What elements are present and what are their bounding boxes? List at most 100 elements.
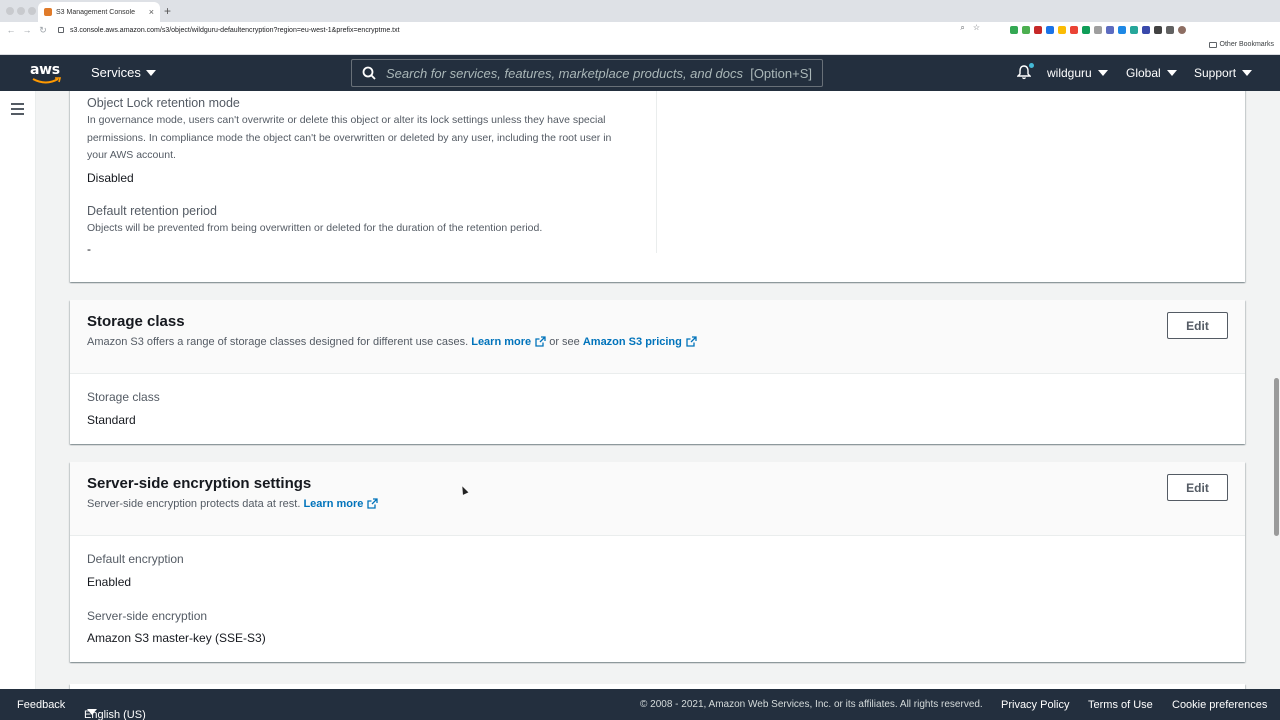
- account-label: wildguru: [1047, 66, 1092, 80]
- storage-class-description: Amazon S3 offers a range of storage clas…: [87, 336, 1228, 348]
- extension-icon[interactable]: [1058, 26, 1066, 34]
- other-bookmarks[interactable]: Other Bookmarks: [1208, 41, 1274, 48]
- extension-icons: [1010, 26, 1186, 34]
- caret-down-icon: [1097, 70, 1108, 76]
- forward-icon[interactable]: →: [22, 25, 32, 35]
- learn-more-link[interactable]: Learn more: [303, 498, 379, 510]
- storage-class-field-label: Storage class: [87, 390, 160, 404]
- copyright-text: © 2008 - 2021, Amazon Web Services, Inc.…: [640, 699, 983, 710]
- url-field[interactable]: s3.console.aws.amazon.com/s3/object/wild…: [58, 23, 988, 37]
- tab-close-icon[interactable]: ×: [149, 7, 154, 17]
- default-encryption-field: Default encryption Enabled: [87, 552, 184, 589]
- caret-down-icon: [1242, 70, 1253, 76]
- external-link-icon: [686, 336, 697, 347]
- sse-value: Amazon S3 master-key (SSE-S3): [87, 631, 266, 645]
- edit-encryption-button[interactable]: Edit: [1167, 474, 1228, 501]
- profile-avatar[interactable]: [1178, 26, 1186, 34]
- browser-tab-bar: S3 Management Console × +: [0, 0, 1280, 22]
- retention-period-section: Default retention period Objects will be…: [87, 204, 542, 256]
- search-icon: [362, 66, 376, 80]
- puzzle-icon[interactable]: [1166, 26, 1174, 34]
- help-line: permissions. In compliance mode the obje…: [87, 131, 612, 144]
- help-line: your AWS account.: [87, 149, 176, 161]
- storage-class-card: Storage class Amazon S3 offers a range o…: [70, 300, 1245, 444]
- extension-icon[interactable]: [1142, 26, 1150, 34]
- extension-icon[interactable]: [1070, 26, 1078, 34]
- region-label: Global: [1126, 66, 1161, 80]
- new-tab-icon[interactable]: +: [164, 4, 171, 18]
- extension-icon[interactable]: [1022, 26, 1030, 34]
- external-link-icon: [367, 498, 379, 509]
- console-footer: Feedback English (US) © 2008 - 2021, Ama…: [0, 689, 1280, 720]
- maximize-window-control[interactable]: [28, 7, 36, 15]
- object-lock-mode-value: Disabled: [87, 170, 134, 185]
- region-menu[interactable]: Global: [1126, 66, 1177, 80]
- edit-storage-class-button[interactable]: Edit: [1167, 312, 1228, 339]
- hamburger-menu-icon[interactable]: [11, 103, 24, 118]
- learn-more-label: Learn more: [303, 498, 364, 510]
- caret-down-icon: [87, 709, 97, 715]
- learn-more-link[interactable]: Learn more: [471, 336, 546, 348]
- lock-icon: [58, 27, 64, 33]
- zoom-icon[interactable]: ⌕: [960, 23, 964, 33]
- page-scrollbar[interactable]: [1274, 378, 1279, 536]
- support-menu[interactable]: Support: [1194, 66, 1253, 80]
- default-encryption-value: Enabled: [87, 575, 132, 589]
- account-menu[interactable]: wildguru: [1047, 66, 1108, 80]
- address-bar: ← → ↻ s3.console.aws.amazon.com/s3/objec…: [0, 22, 1280, 38]
- extension-icon[interactable]: [1046, 26, 1054, 34]
- aws-logo[interactable]: aws: [30, 61, 64, 85]
- browser-tab[interactable]: S3 Management Console ×: [38, 2, 160, 22]
- aws-smile-icon: [32, 77, 62, 84]
- minimize-window-control[interactable]: [17, 7, 25, 15]
- encryption-card: Server-side encryption settings Server-s…: [70, 462, 1245, 662]
- close-window-control[interactable]: [6, 7, 14, 15]
- retention-period-help: Objects will be prevented from being ove…: [87, 222, 543, 234]
- back-icon[interactable]: ←: [6, 25, 16, 35]
- notification-dot: [1029, 63, 1034, 68]
- search-bar[interactable]: [Option+S]: [351, 59, 823, 87]
- services-menu[interactable]: Services: [91, 65, 156, 80]
- feedback-link[interactable]: Feedback: [17, 699, 65, 711]
- extension-icon[interactable]: [1154, 26, 1162, 34]
- side-navigation-rail: [0, 91, 36, 689]
- storage-class-field-value: Standard: [87, 413, 136, 427]
- extension-icon[interactable]: [1094, 26, 1102, 34]
- privacy-policy-link[interactable]: Privacy Policy: [1001, 699, 1069, 711]
- or-see-text: or see: [549, 336, 580, 348]
- search-shortcut: [Option+S]: [750, 65, 812, 81]
- extension-icon[interactable]: [1082, 26, 1090, 34]
- s3-pricing-label: Amazon S3 pricing: [582, 336, 682, 348]
- retention-period-label: Default retention period: [87, 204, 217, 218]
- object-lock-mode-help: In governance mode, users can't overwrit…: [87, 112, 611, 165]
- folder-icon: [1208, 41, 1217, 48]
- extension-icon[interactable]: [1106, 26, 1114, 34]
- s3-pricing-link[interactable]: Amazon S3 pricing: [583, 336, 697, 348]
- description-text: Amazon S3 offers a range of storage clas…: [87, 336, 469, 348]
- extension-icon[interactable]: [1010, 26, 1018, 34]
- encryption-title: Server-side encryption settings: [87, 475, 312, 492]
- bookmark-star-icon[interactable]: ☆: [973, 23, 980, 33]
- search-input[interactable]: [386, 65, 751, 81]
- learn-more-label: Learn more: [471, 336, 532, 348]
- caret-down-icon: [1166, 70, 1177, 76]
- cookie-preferences-link[interactable]: Cookie preferences: [1172, 699, 1267, 711]
- storage-class-header: Storage class Amazon S3 offers a range o…: [70, 300, 1245, 374]
- terms-of-use-link[interactable]: Terms of Use: [1088, 699, 1153, 711]
- retention-period-value: -: [87, 241, 91, 256]
- extension-icon[interactable]: [1130, 26, 1138, 34]
- extension-icon[interactable]: [1034, 26, 1042, 34]
- main-content: Object Lock retention mode In governance…: [36, 91, 1272, 689]
- default-encryption-label: Default encryption: [87, 552, 184, 566]
- storage-class-title: Storage class: [87, 313, 185, 330]
- reload-icon[interactable]: ↻: [38, 25, 48, 36]
- aws-top-nav: aws Services [Option+S] wildguru Global …: [0, 55, 1280, 91]
- description-text: Server-side encryption protects data at …: [87, 498, 301, 510]
- caret-down-icon: [145, 69, 156, 76]
- extension-icon[interactable]: [1118, 26, 1126, 34]
- help-line: In governance mode, users can't overwrit…: [87, 114, 606, 126]
- column-divider: [656, 91, 657, 253]
- encryption-description: Server-side encryption protects data at …: [87, 498, 1228, 510]
- support-label: Support: [1194, 66, 1237, 80]
- external-link-icon: [535, 336, 546, 347]
